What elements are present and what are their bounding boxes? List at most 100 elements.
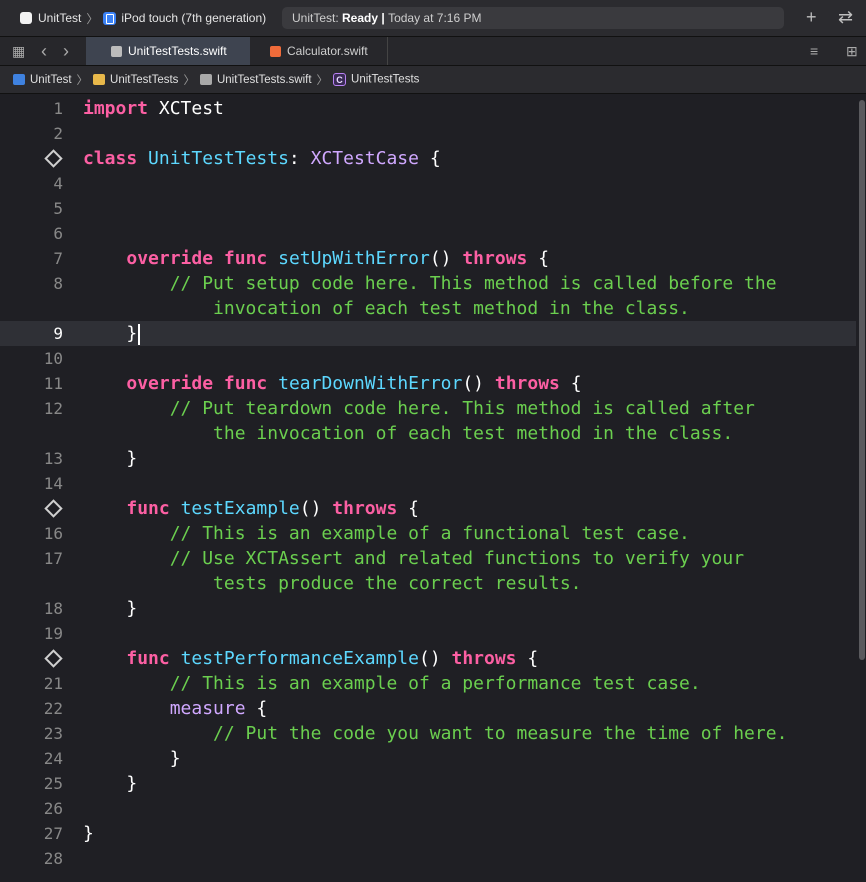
line-number: 13 bbox=[43, 449, 63, 468]
code-line[interactable]: 4 bbox=[0, 171, 856, 196]
forward-icon[interactable]: › bbox=[63, 41, 69, 61]
code-line[interactable]: 12 // Put teardown code here. This metho… bbox=[0, 396, 856, 421]
add-icon[interactable]: + bbox=[806, 6, 817, 28]
code-line[interactable]: 24 } bbox=[0, 746, 856, 771]
tab-calculator-swift[interactable]: Calculator.swift bbox=[268, 37, 388, 65]
code-line[interactable]: 18 } bbox=[0, 596, 856, 621]
code-line[interactable]: 21 // This is an example of a performanc… bbox=[0, 671, 856, 696]
scheme-name: UnitTest bbox=[38, 11, 82, 25]
status-time: Today at 7:16 PM bbox=[388, 11, 482, 25]
code-token: func bbox=[126, 498, 170, 519]
code-line[interactable]: 16 // This is an example of a functional… bbox=[0, 521, 856, 546]
code-token: // Put setup code here. This method is c… bbox=[169, 273, 777, 294]
line-number: 21 bbox=[43, 674, 63, 693]
project-icon bbox=[13, 73, 25, 85]
status-divider: | bbox=[378, 11, 389, 25]
vertical-scrollbar[interactable] bbox=[859, 100, 865, 660]
code-line[interactable]: invocation of each test method in the cl… bbox=[0, 296, 856, 321]
code-line[interactable]: 10 bbox=[0, 346, 856, 371]
device-name: iPod touch (7th generation) bbox=[121, 11, 267, 25]
code-token: // This is an example of a performance t… bbox=[169, 673, 701, 694]
code-line[interactable]: 9 } bbox=[0, 321, 856, 346]
code-line[interactable]: 17 // Use XCTAssert and related function… bbox=[0, 546, 856, 571]
source-editor[interactable]: 1 import XCTest 2 class UnitTestTests: XCTe… bbox=[0, 95, 866, 882]
jump-label: UnitTestTests bbox=[351, 73, 420, 86]
code-line[interactable]: 1 import XCTest bbox=[0, 96, 856, 121]
back-icon[interactable]: ‹ bbox=[41, 41, 47, 61]
code-line[interactable]: 6 bbox=[0, 221, 856, 246]
line-number: 7 bbox=[53, 249, 63, 268]
code-text: } bbox=[83, 771, 137, 796]
code-token: () bbox=[418, 648, 452, 669]
run-test-diamond-icon[interactable] bbox=[44, 499, 63, 518]
jump-label: UnitTestTests.swift bbox=[216, 73, 312, 86]
line-number: 1 bbox=[53, 99, 63, 118]
code-line[interactable]: func testExample() throws { bbox=[0, 496, 856, 521]
code-line[interactable]: 26 bbox=[0, 796, 856, 821]
code-line[interactable]: 2 bbox=[0, 121, 856, 146]
code-token: func bbox=[223, 248, 268, 269]
code-text: } bbox=[83, 596, 137, 621]
chevron-right-icon: 〉 bbox=[183, 74, 195, 87]
folder-icon bbox=[93, 73, 106, 85]
code-line[interactable]: 22 measure { bbox=[0, 696, 856, 721]
code-token: } bbox=[83, 773, 138, 794]
code-line[interactable]: func testPerformanceExample() throws { bbox=[0, 646, 856, 671]
chevron-right-icon: 〉 bbox=[316, 74, 329, 87]
code-line[interactable]: tests produce the correct results. bbox=[0, 571, 856, 596]
jump-item-group[interactable]: UnitTestTests bbox=[93, 74, 178, 86]
code-line[interactable]: 7 override func setUpWithError() throws … bbox=[0, 246, 856, 271]
code-line[interactable]: 5 bbox=[0, 196, 856, 221]
grid-icon[interactable]: ▦ bbox=[12, 41, 25, 61]
chevron-right-icon: 〉 bbox=[86, 11, 99, 26]
line-number: 12 bbox=[43, 399, 63, 418]
code-token: { bbox=[245, 698, 268, 719]
code-line[interactable]: the invocation of each test method in th… bbox=[0, 421, 856, 446]
code-token: tests produce the correct results. bbox=[213, 573, 582, 594]
code-token: setUpWithError bbox=[278, 248, 430, 269]
code-line[interactable]: 27} bbox=[0, 821, 856, 846]
swap-icon[interactable]: ⇄ bbox=[838, 6, 853, 28]
code-line[interactable]: 23 // Put the code you want to measure t… bbox=[0, 721, 856, 746]
code-token: // Put the code you want to measure the … bbox=[213, 723, 788, 744]
code-text: // This is an example of a performance t… bbox=[83, 671, 701, 696]
code-text: // Put the code you want to measure the … bbox=[83, 721, 787, 746]
code-token: testExample bbox=[180, 498, 300, 519]
jump-item-class[interactable]: C UnitTestTests bbox=[333, 73, 419, 86]
tab-unittesttests-swift[interactable]: UnitTestTests.swift bbox=[86, 37, 250, 65]
code-token: throws bbox=[462, 248, 528, 269]
code-line[interactable]: 13 } bbox=[0, 446, 856, 471]
code-line[interactable]: 8 // Put setup code here. This method is… bbox=[0, 271, 856, 296]
code-line[interactable]: 11 override func tearDownWithError() thr… bbox=[0, 371, 856, 396]
app-icon bbox=[20, 12, 32, 24]
add-editor-icon[interactable]: ⊞ bbox=[846, 41, 858, 61]
code-token: // Use XCTAssert and related functions t… bbox=[169, 548, 745, 569]
jump-item-project[interactable]: UnitTest bbox=[13, 74, 72, 86]
code-line[interactable]: 19 bbox=[0, 621, 856, 646]
code-line[interactable]: 28 bbox=[0, 846, 856, 871]
run-test-diamond-icon[interactable] bbox=[44, 649, 63, 668]
chevron-right-icon: 〉 bbox=[76, 74, 89, 87]
editor-options-icon[interactable]: ≡ bbox=[810, 41, 818, 61]
code-text: // Put teardown code here. This method i… bbox=[83, 396, 755, 421]
line-number: 24 bbox=[43, 749, 63, 768]
code-line[interactable]: 14 bbox=[0, 471, 856, 496]
run-test-diamond-icon[interactable] bbox=[44, 149, 63, 168]
text-cursor bbox=[138, 323, 140, 345]
scheme-selector[interactable]: UnitTest 〉 iPod touch (7th generation) bbox=[20, 9, 266, 27]
code-line[interactable]: class UnitTestTests: XCTestCase { bbox=[0, 146, 856, 171]
jump-item-file[interactable]: UnitTestTests.swift bbox=[199, 73, 312, 86]
code-token: } bbox=[83, 823, 94, 844]
line-number: 8 bbox=[53, 274, 63, 293]
line-number: 14 bbox=[43, 474, 63, 493]
code-token: throws bbox=[494, 373, 560, 394]
code-line[interactable]: 25 } bbox=[0, 771, 856, 796]
